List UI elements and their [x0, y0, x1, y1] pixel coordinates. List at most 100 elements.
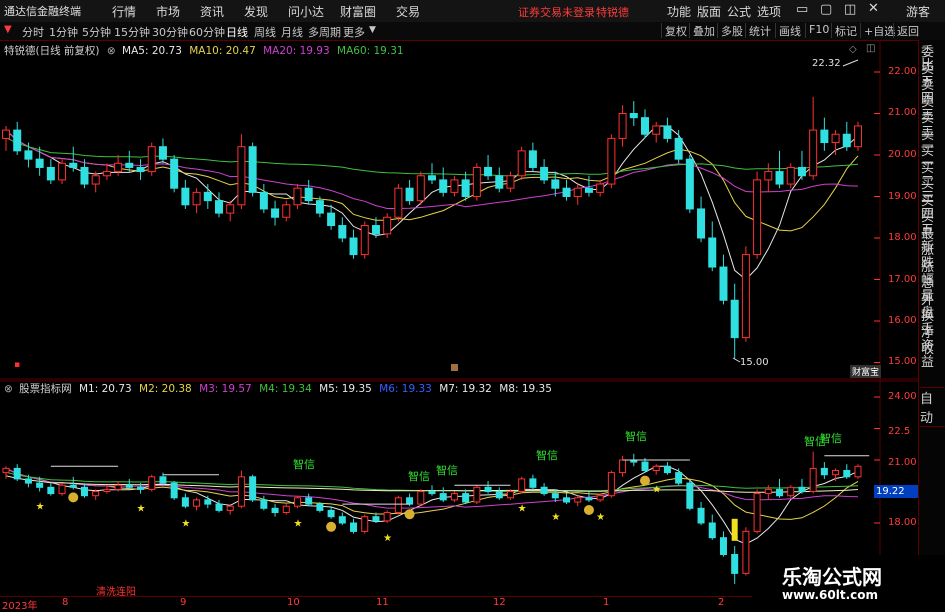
- m4-label: M4: 19.34: [259, 383, 312, 395]
- coin-icon: [583, 505, 594, 515]
- indicator-bar: [652, 465, 660, 471]
- menu-function[interactable]: 功能: [667, 3, 691, 20]
- star-icon: ★: [36, 502, 45, 513]
- low-price-label: 15.00: [740, 357, 769, 368]
- indicator-header: ⊗ 股票指标网 M1: 20.73 M2: 20.38 M3: 19.57 M4…: [4, 381, 552, 396]
- indicator-bar: [271, 507, 279, 513]
- auto-toggle[interactable]: 自动: [920, 387, 945, 427]
- indicator-bar: [406, 497, 414, 505]
- indicator-bar: [103, 488, 111, 492]
- period-tab-intraday[interactable]: 分时: [22, 24, 44, 40]
- coin-icon: [326, 521, 337, 532]
- candle-body: [517, 150, 526, 177]
- m3-label: M3: 19.57: [199, 383, 252, 395]
- mark-button[interactable]: 标记: [831, 23, 860, 38]
- indicator-bar: [854, 465, 862, 478]
- indicator-name[interactable]: 股票指标网: [19, 383, 72, 395]
- indicator-bar: [2, 467, 10, 474]
- price-tick-label: 17.00: [888, 274, 917, 285]
- period-tab-5min[interactable]: 5分钟: [82, 24, 111, 40]
- close-icon[interactable]: ✕: [868, 1, 879, 16]
- coin-icon: [68, 492, 79, 503]
- indicator-close-icon[interactable]: ⊗: [4, 383, 13, 395]
- candle-body: [338, 225, 347, 239]
- period-tab-weekly[interactable]: 周线: [254, 24, 276, 40]
- signal-label: 智信: [820, 432, 842, 445]
- event-marker-icon[interactable]: ▪: [14, 360, 20, 370]
- indicator-bar: [417, 491, 425, 505]
- indicator-bar: [585, 497, 593, 501]
- candle-body: [809, 129, 818, 177]
- candle-body: [540, 166, 549, 181]
- low-marker-line: [732, 357, 741, 363]
- menu-market[interactable]: 市场: [156, 3, 180, 20]
- indicator-bar: [338, 516, 346, 524]
- period-tab-60min[interactable]: 60分钟: [189, 24, 225, 40]
- candle-body: [551, 179, 560, 189]
- side-panel-item[interactable]: 收益: [921, 343, 945, 369]
- indicator-bar: [619, 459, 627, 474]
- minimize-icon[interactable]: ▭: [796, 2, 808, 17]
- period-tab-30min[interactable]: 30分钟: [152, 24, 188, 40]
- menu-ask[interactable]: 问小达: [288, 3, 324, 20]
- multi-stock-button[interactable]: 多股: [717, 23, 746, 38]
- indicator-bar: [327, 509, 335, 518]
- indicator-bar: [832, 470, 840, 476]
- menu-trade[interactable]: 交易: [396, 3, 420, 20]
- candle-body: [35, 158, 44, 168]
- window-icon[interactable]: ▢: [820, 2, 832, 17]
- event-box-icon[interactable]: [451, 364, 458, 371]
- menu-formula[interactable]: 公式: [727, 3, 751, 20]
- more-dropdown-icon[interactable]: ▼: [369, 25, 376, 35]
- period-tab-1min[interactable]: 1分钟: [49, 24, 78, 40]
- period-tab-daily[interactable]: 日线: [226, 24, 248, 40]
- indicator-bar: [159, 476, 167, 484]
- menu-discover[interactable]: 发现: [244, 3, 268, 20]
- user-label[interactable]: 游客: [906, 3, 930, 20]
- indicator-bar: [361, 516, 369, 532]
- menu-quotes[interactable]: 行情: [112, 3, 136, 20]
- quote-side-panel: 委比 卖五 卖四 卖三 卖二 卖一 买一 买二 买三 买四 买五 最新 涨跌 涨幅 总量 外盘 换手 净资 收益 自…: [918, 40, 945, 609]
- candle-body: [854, 125, 862, 148]
- login-notice[interactable]: 证券交易未登录: [518, 4, 595, 20]
- candle-body: [327, 212, 336, 227]
- period-tab-15min[interactable]: 15分钟: [114, 24, 150, 40]
- candle-body: [394, 187, 403, 218]
- time-tick: 2: [718, 597, 725, 608]
- overlay-button[interactable]: 叠加: [689, 23, 718, 38]
- indicator-bar: [540, 486, 548, 495]
- menu-wealth[interactable]: 财富圈: [340, 3, 376, 20]
- menu-options[interactable]: 选项: [757, 3, 781, 20]
- star-icon: ★: [383, 533, 392, 544]
- menu-news[interactable]: 资讯: [200, 3, 224, 20]
- period-tab-multi[interactable]: 多周期: [308, 24, 341, 40]
- candle-body: [282, 204, 291, 218]
- candle-body: [439, 179, 448, 193]
- adjust-button[interactable]: 复权: [661, 23, 690, 38]
- corner-tag[interactable]: 财富宝: [850, 365, 882, 378]
- back-button[interactable]: 返回: [893, 23, 922, 38]
- indicator-bar: [776, 488, 784, 497]
- star-icon: ★: [293, 518, 302, 529]
- draw-line-button[interactable]: 画线: [775, 23, 804, 38]
- star-icon: ★: [551, 512, 560, 523]
- candle-body: [753, 179, 762, 256]
- star-icon: ★: [596, 512, 605, 523]
- m7-label: M7: 19.32: [439, 383, 492, 395]
- statistics-button[interactable]: 统计: [745, 23, 774, 38]
- restore-icon[interactable]: ◫: [844, 2, 856, 17]
- indicator-tick-label: 24.00: [888, 391, 917, 402]
- period-tab-monthly[interactable]: 月线: [281, 24, 303, 40]
- candle-body: [248, 146, 257, 193]
- f10-button[interactable]: F10: [805, 23, 832, 38]
- menu-layout[interactable]: 版面: [697, 3, 721, 20]
- period-tab-more[interactable]: 更多: [343, 24, 365, 40]
- dropdown-icon[interactable]: ▼: [4, 24, 12, 35]
- candle-body: [495, 175, 504, 189]
- kline-chart[interactable]: ★ ★ ★ ★ ★ ★ ★ ★ ★: [0, 40, 918, 609]
- indicator-bar: [215, 503, 223, 511]
- candle-body: [46, 166, 55, 181]
- time-tick: 2023年: [2, 601, 38, 612]
- coin-icon: [640, 475, 650, 486]
- indicator-bar: [47, 486, 55, 495]
